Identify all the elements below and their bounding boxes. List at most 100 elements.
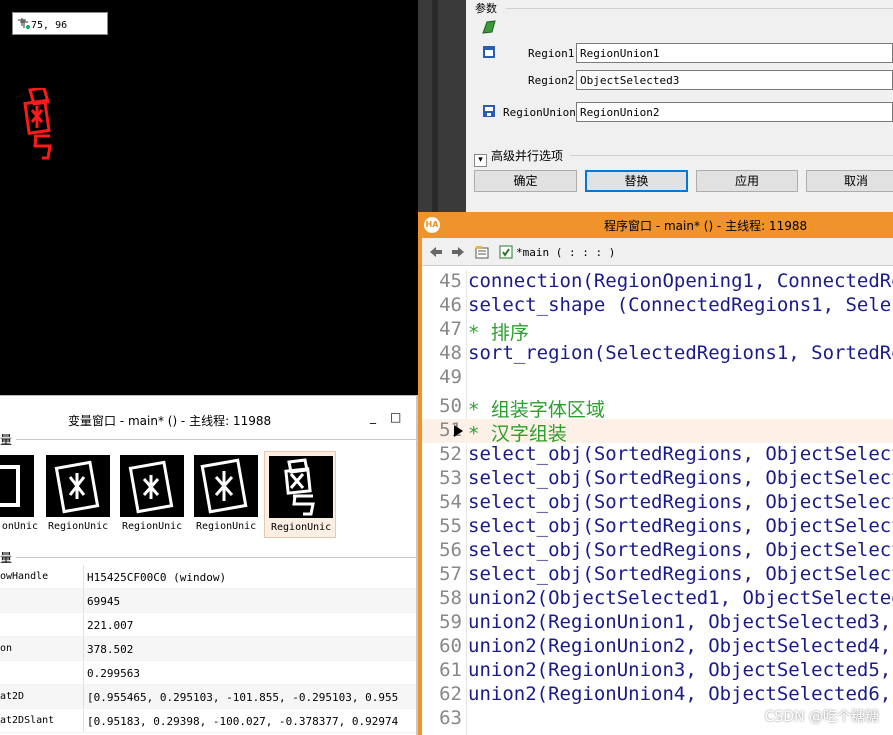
param-label-regionunion: RegionUnion [503,106,576,119]
line-number: 60 [439,635,462,657]
code-line[interactable]: 47 * 排序 [422,318,893,344]
code-line[interactable]: 54 select_obj(SortedRegions, ObjectSelect… [422,491,893,515]
code-statement: select_obj(SortedRegions, ObjectSelected… [468,443,893,465]
line-number: 59 [439,611,462,633]
region2-input[interactable]: ObjectSelected3 [576,70,893,90]
code-statement: select_obj(SortedRegions, ObjectSelected… [468,563,893,585]
params-section-title: 参数 [475,2,497,15]
iconic-variable-thumb[interactable]: onUnic [0,451,38,538]
variable-window-titlebar[interactable]: 变量窗口 - main* () - 主线程: 11988 _ □ [0,395,418,432]
table-row[interactable]: at2D [0.955465, 0.295103, -101.855, -0.29… [0,685,418,709]
code-statement: select_obj(SortedRegions, ObjectSelected… [468,467,893,489]
replace-button[interactable]: 替换 [585,170,688,192]
line-number: 46 [439,294,462,316]
line-number: 53 [439,467,462,489]
code-statement: select_obj(SortedRegions, ObjectSelected… [468,491,893,513]
chevron-down-icon: ▾ [474,154,487,167]
code-statement: sort_region(SelectedRegions1, SortedRegi… [468,342,893,364]
coordinate-text: 75, 96 [31,20,68,31]
regionunion-input[interactable]: RegionUnion2 [576,102,893,122]
code-line[interactable]: 45 connection(RegionOpening1, ConnectedRe… [422,270,893,294]
table-row[interactable]: owHandle H15425CF00C0 (window) [0,565,418,589]
code-line[interactable]: 49 [422,366,893,390]
code-statement: union2(RegionUnion3, ObjectSelected5, Re… [468,659,893,681]
code-line[interactable]: 60 union2(RegionUnion2, ObjectSelected4, … [422,635,893,659]
code-line[interactable]: 53 select_obj(SortedRegions, ObjectSelect… [422,467,893,491]
maximize-button[interactable]: □ [390,410,402,424]
code-line[interactable]: 59 union2(RegionUnion1, ObjectSelected3, … [422,611,893,635]
graphics-window[interactable]: 75, 96 [0,0,418,395]
code-line[interactable]: 58 union2(ObjectSelected1, ObjectSelected… [422,587,893,611]
advanced-parallel-options[interactable]: ▾ 高级并行选项 [474,147,563,167]
line-number: 45 [439,270,462,292]
code-line[interactable]: 61 union2(RegionUnion3, ObjectSelected5, … [422,659,893,683]
code-statement: union2(RegionUnion1, ObjectSelected3, Re… [468,611,893,633]
ok-button[interactable]: 确定 [474,170,577,192]
operator-icon [482,20,496,34]
code-statement: union2(RegionUnion4, ObjectSelected6, Re… [468,683,893,705]
line-number: 49 [439,366,462,388]
code-line[interactable]: 48 sort_region(SelectedRegions1, SortedRe… [422,342,893,366]
line-number: 48 [439,342,462,364]
code-line[interactable]: 57 select_obj(SortedRegions, ObjectSelect… [422,563,893,587]
code-comment: * 排序 [468,322,529,344]
line-number: 62 [439,683,462,705]
table-row[interactable]: on 378.502 [0,637,418,661]
param-label-region2: Region2 [528,74,575,87]
region-preview [46,455,110,517]
iconic-variable-thumb[interactable]: RegionUnic [116,451,188,538]
program-toolbar: *main ( : : : ) [422,238,893,266]
code-statement: select_shape (ConnectedRegions1, Selecte… [468,294,893,316]
cursor-position-icon [17,17,31,30]
region1-input[interactable]: RegionUnion1 [576,43,893,63]
code-statement: connection(RegionOpening1, ConnectedRegi… [468,270,893,292]
coordinate-readout: 75, 96 [12,12,108,35]
code-line[interactable]: 56 select_obj(SortedRegions, ObjectSelect… [422,539,893,563]
program-window-title: 程序窗口 - main* () - 主线程: 11988 [604,219,808,233]
procedure-icon [499,245,513,259]
variable-window: 变量窗口 - main* () - 主线程: 11988 _ □ 量 onUni… [0,395,418,735]
halcon-logo-icon: HA [424,217,440,233]
procedure-signature[interactable]: *main ( : : : ) [516,246,615,259]
region-preview [120,455,184,517]
variable-window-title: 变量窗口 - main* () - 主线程: 11988 [68,414,272,428]
code-line[interactable]: 46 select_shape (ConnectedRegions1, Selec… [422,294,893,318]
code-line[interactable]: 52 select_obj(SortedRegions, ObjectSelect… [422,443,893,467]
region-preview [0,455,34,517]
output-region-icon [483,105,495,117]
code-line[interactable]: 62 union2(RegionUnion4, ObjectSelected6, … [422,683,893,707]
apply-button[interactable]: 应用 [696,170,798,192]
table-row[interactable]: 221.007 [0,613,418,637]
code-line[interactable]: 51 * 汉字组装 [422,419,893,445]
table-row[interactable]: 69945 [0,589,418,613]
code-statement: select_obj(SortedRegions, ObjectSelected… [468,515,893,537]
line-number: 50 [439,395,462,417]
window-frame-edge [418,0,466,212]
code-comment: * 组装字体区域 [468,399,605,421]
iconic-variable-thumb[interactable]: RegionUnic [42,451,114,538]
iconic-variables: onUnic RegionUnic RegionUnic RegionUnic … [0,448,418,543]
code-editor[interactable]: 45 connection(RegionOpening1, ConnectedRe… [422,270,893,735]
code-statement: union2(ObjectSelected1, ObjectSelected2,… [468,587,893,609]
code-line[interactable]: 55 select_obj(SortedRegions, ObjectSelect… [422,515,893,539]
iconic-variable-thumb-selected[interactable]: RegionUnic [264,451,336,538]
code-line[interactable]: 50 * 组装字体区域 [422,395,893,421]
cancel-button[interactable]: 取消 [806,170,893,192]
back-arrow-icon[interactable] [428,244,444,260]
forward-arrow-icon[interactable] [450,244,466,260]
input-region-icon [483,46,495,58]
table-row[interactable]: 0.299563 [0,661,418,685]
iconic-variable-thumb[interactable]: RegionUnic [190,451,262,538]
line-number: 57 [439,563,462,585]
program-window-titlebar[interactable]: HA 程序窗口 - main* () - 主线程: 11988 [422,212,893,238]
line-number: 63 [439,707,462,729]
param-label-region1: Region1 [528,47,575,60]
procedure-list-icon[interactable] [474,244,490,260]
line-number: 47 [439,318,462,340]
control-vars-label: 量 [0,551,13,565]
table-row[interactable]: at2DSlant [0.95183, 0.29398, -100.027, -0… [0,709,418,733]
line-number: 61 [439,659,462,681]
region-preview [194,455,258,517]
code-statement: select_obj(SortedRegions, ObjectSelected… [468,539,893,561]
minimize-button[interactable]: _ [370,410,382,424]
